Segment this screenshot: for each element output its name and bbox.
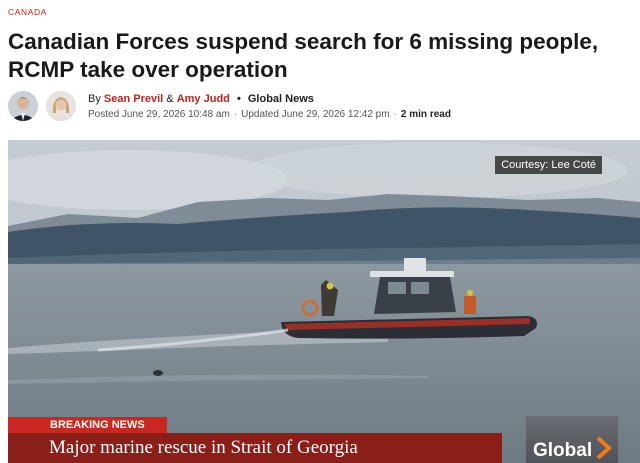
byline-bullet: • <box>236 93 241 105</box>
hero-video-frame <box>8 140 640 463</box>
meta-separator: · <box>233 109 238 120</box>
meta-separator: · <box>393 109 397 120</box>
author-link-sean-previl[interactable]: Sean Previl <box>104 93 163 105</box>
read-time: 2 min read <box>400 109 451 120</box>
breaking-news-label: BREAKING NEWS <box>8 417 167 433</box>
updated-timestamp: Updated June 29, 2026 12:42 pm <box>241 109 390 120</box>
global-logo: Global <box>526 416 618 463</box>
byline-joiner: & <box>166 93 174 105</box>
article-meta: Posted June 29, 2026 10:48 am · Updated Ju… <box>88 109 451 120</box>
author-avatar-amy-judd[interactable] <box>46 91 76 121</box>
author-link-amy-judd[interactable]: Amy Judd <box>177 93 230 105</box>
brand-wordmark: Global <box>533 440 593 461</box>
section-tag[interactable]: CANADA <box>8 7 47 17</box>
outlet-name: Global News <box>247 93 314 105</box>
news-ticker-headline: Major marine rescue in Strait of Georgia <box>8 433 502 463</box>
byline-prefix: By <box>88 93 101 105</box>
chevron-right-icon <box>596 436 612 460</box>
byline: By Sean Previl & Amy Judd • Global News <box>88 93 314 105</box>
hero-video[interactable]: Courtesy: Lee Coté BREAKING NEWS Major m… <box>8 140 640 463</box>
author-avatar-sean-previl[interactable] <box>8 91 38 121</box>
posted-timestamp: Posted June 29, 2026 10:48 am <box>88 109 230 120</box>
photo-credit: Courtesy: Lee Coté <box>495 156 602 174</box>
article-headline: Canadian Forces suspend search for 6 mis… <box>8 29 599 82</box>
